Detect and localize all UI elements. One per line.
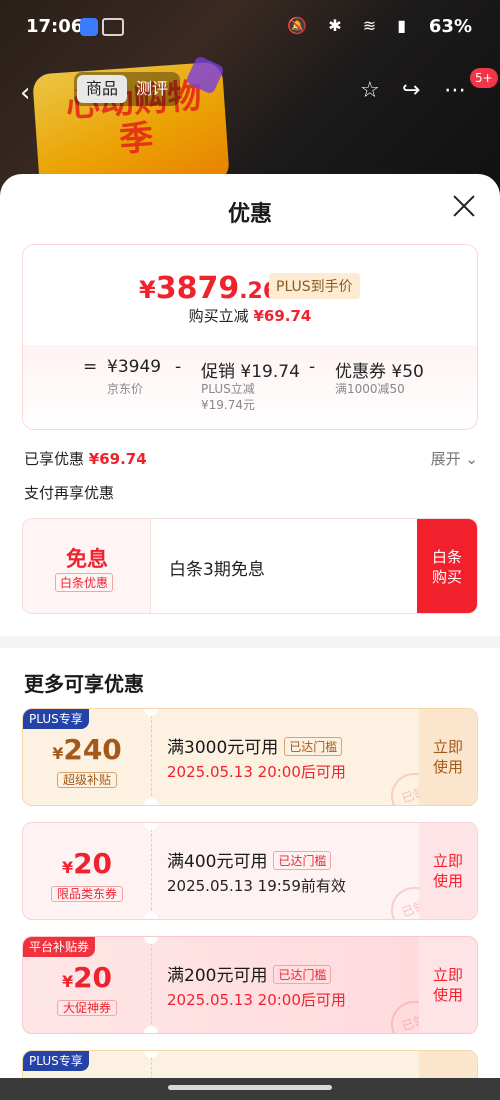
baitiao-buy-line2: 购买 [431,568,462,586]
use-line2: 使用 [432,986,463,1004]
star-icon[interactable]: ☆ [360,78,380,103]
coupon-currency: ¥ [61,972,74,991]
coupon-condition-text: 满3000元可用 [167,738,279,758]
coupon-value: ¥20 [23,847,151,880]
close-icon[interactable] [448,190,480,222]
coupon-number: 20 [73,961,113,994]
coupon-card: PLUS专享 ¥240 超级补贴 满3000元可用 已达门槛 2025.05.13… [22,708,478,806]
coupon-value: ¥240 [23,733,151,766]
more-discounts-title: 更多可享优惠 [24,672,144,696]
pay-discount-title: 支付再享优惠 [24,484,115,502]
coupon-number: 20 [73,847,113,880]
expand-button[interactable]: 展开 ⌄ [431,448,478,469]
coupon-validity: 2025.05.13 20:00后可用 [167,763,346,781]
baitiao-discount-tag: 白条优惠 [55,573,114,592]
promo-detail: ¥19.74元 [201,398,255,412]
interest-free-label: 免息 [66,547,108,571]
coupon-ribbon: PLUS专享 [23,709,89,729]
message-badge: 5+ [470,68,498,88]
tab-product[interactable]: 商品 [77,75,128,103]
app-notification-icon-2 [102,18,124,36]
sheet-title: 优惠 [227,202,272,227]
baitiao-buy-line1: 白条 [431,548,462,566]
coupon-value: ¥20 [23,961,151,994]
enjoyed-discount: 已享优惠 ¥69.74 [24,448,147,469]
coupon-type-tag: 限品类东券 [50,886,123,902]
battery-level: 63% [428,16,472,37]
formula-equals: = [83,357,98,377]
coupon-condition-text: 满400元可用 [167,852,268,872]
use-line1: 立即 [432,966,463,984]
coupon-validity: 2025.05.13 20:00后可用 [167,991,346,1009]
use-line1: 立即 [432,738,463,756]
share-icon[interactable]: ↪ [402,78,420,103]
coupon-card: 平台补贴券 ¥20 大促神券 满200元可用 已达门槛 2025.05.13 20… [22,936,478,1034]
jd-price-label: 京东价 [107,382,144,396]
formula-minus: - [175,357,182,377]
enjoyed-amount: ¥69.74 [88,450,147,468]
coupon-type-tag: 超级补贴 [56,772,117,788]
use-coupon-button[interactable]: 立即 使用 [419,709,477,805]
coupon-condition: 满400元可用 已达门槛 [167,847,332,872]
section-divider [0,636,500,648]
use-line2: 使用 [432,872,463,890]
promo-type: PLUS立减 [201,382,255,396]
app-notification-icon [80,18,98,36]
coupon-amount: 优惠券 ¥50 [335,362,424,382]
instant-cut: 购买立减 ¥69.74 [23,305,477,326]
price-formula: = ¥3949 京东价 - 促销 ¥19.74 PLUS立减 ¥19.74元 -… [23,345,477,429]
enjoyed-label: 已享优惠 [24,450,85,468]
status-time: 17:06 [26,16,84,37]
coupon-card: ¥20 限品类东券 满400元可用 已达门槛 2025.05.13 19:59前有… [22,822,478,920]
baitiao-buy-button[interactable]: 白条 购买 [417,519,477,613]
threshold-reached-tag: 已达门槛 [284,737,343,756]
promo-amount: 促销 ¥19.74 [201,362,300,382]
nav-tabs: 商品 测评 [74,72,181,106]
final-price: ¥3879.26 [139,271,278,306]
threshold-reached-tag: 已达门槛 [273,965,332,984]
coupon-condition-text: 满200元可用 [167,966,268,986]
jd-price: ¥3949 [107,357,162,377]
coupon-currency: ¥ [52,744,64,763]
discount-sheet: 优惠 ¥3879.26 PLUS到手价 购买立减 ¥69.74 = ¥3949 … [0,174,500,1100]
formula-minus: - [309,357,316,377]
coupon-currency: ¥ [61,858,74,877]
status-bar: 17:06 🔕 ✱ ≋ ▮ 63% [0,0,500,56]
back-icon[interactable]: ‹ [20,78,30,108]
coupon-type-tag: 大促神券 [56,1000,117,1016]
use-coupon-button[interactable]: 立即 使用 [419,937,477,1033]
baitiao-card[interactable]: 免息 白条优惠 白条3期免息 白条 购买 [22,518,478,614]
use-line2: 使用 [432,758,463,776]
coupon-ribbon: PLUS专享 [23,1051,89,1071]
coupon-condition: 满3000元可用 已达门槛 [167,733,343,758]
coupon-ribbon: 平台补贴券 [23,937,96,957]
price-integer: 3879 [155,271,240,306]
instant-cut-label: 购买立减 [188,307,249,325]
price-currency: ¥ [139,276,156,304]
coupon-condition: 满200元可用 已达门槛 [167,961,332,986]
threshold-reached-tag: 已达门槛 [273,851,332,870]
price-card: ¥3879.26 PLUS到手价 购买立减 ¥69.74 = ¥3949 京东价… [22,244,478,430]
baitiao-description: 白条3期免息 [169,560,265,580]
use-line1: 立即 [432,852,463,870]
coupon-condition: 满1000减50 [335,382,405,396]
instant-cut-amount: ¥69.74 [253,307,312,325]
use-coupon-button[interactable]: 立即 使用 [419,823,477,919]
more-icon[interactable]: ⋯ [444,78,466,103]
coupon-validity: 2025.05.13 19:59前有效 [167,877,346,895]
tab-review[interactable]: 测评 [127,75,177,103]
coupon-number: 240 [63,733,122,766]
home-indicator[interactable] [168,1085,332,1090]
status-icons: 🔕 ✱ ≋ ▮ [287,16,414,35]
plus-price-tag: PLUS到手价 [269,273,360,299]
